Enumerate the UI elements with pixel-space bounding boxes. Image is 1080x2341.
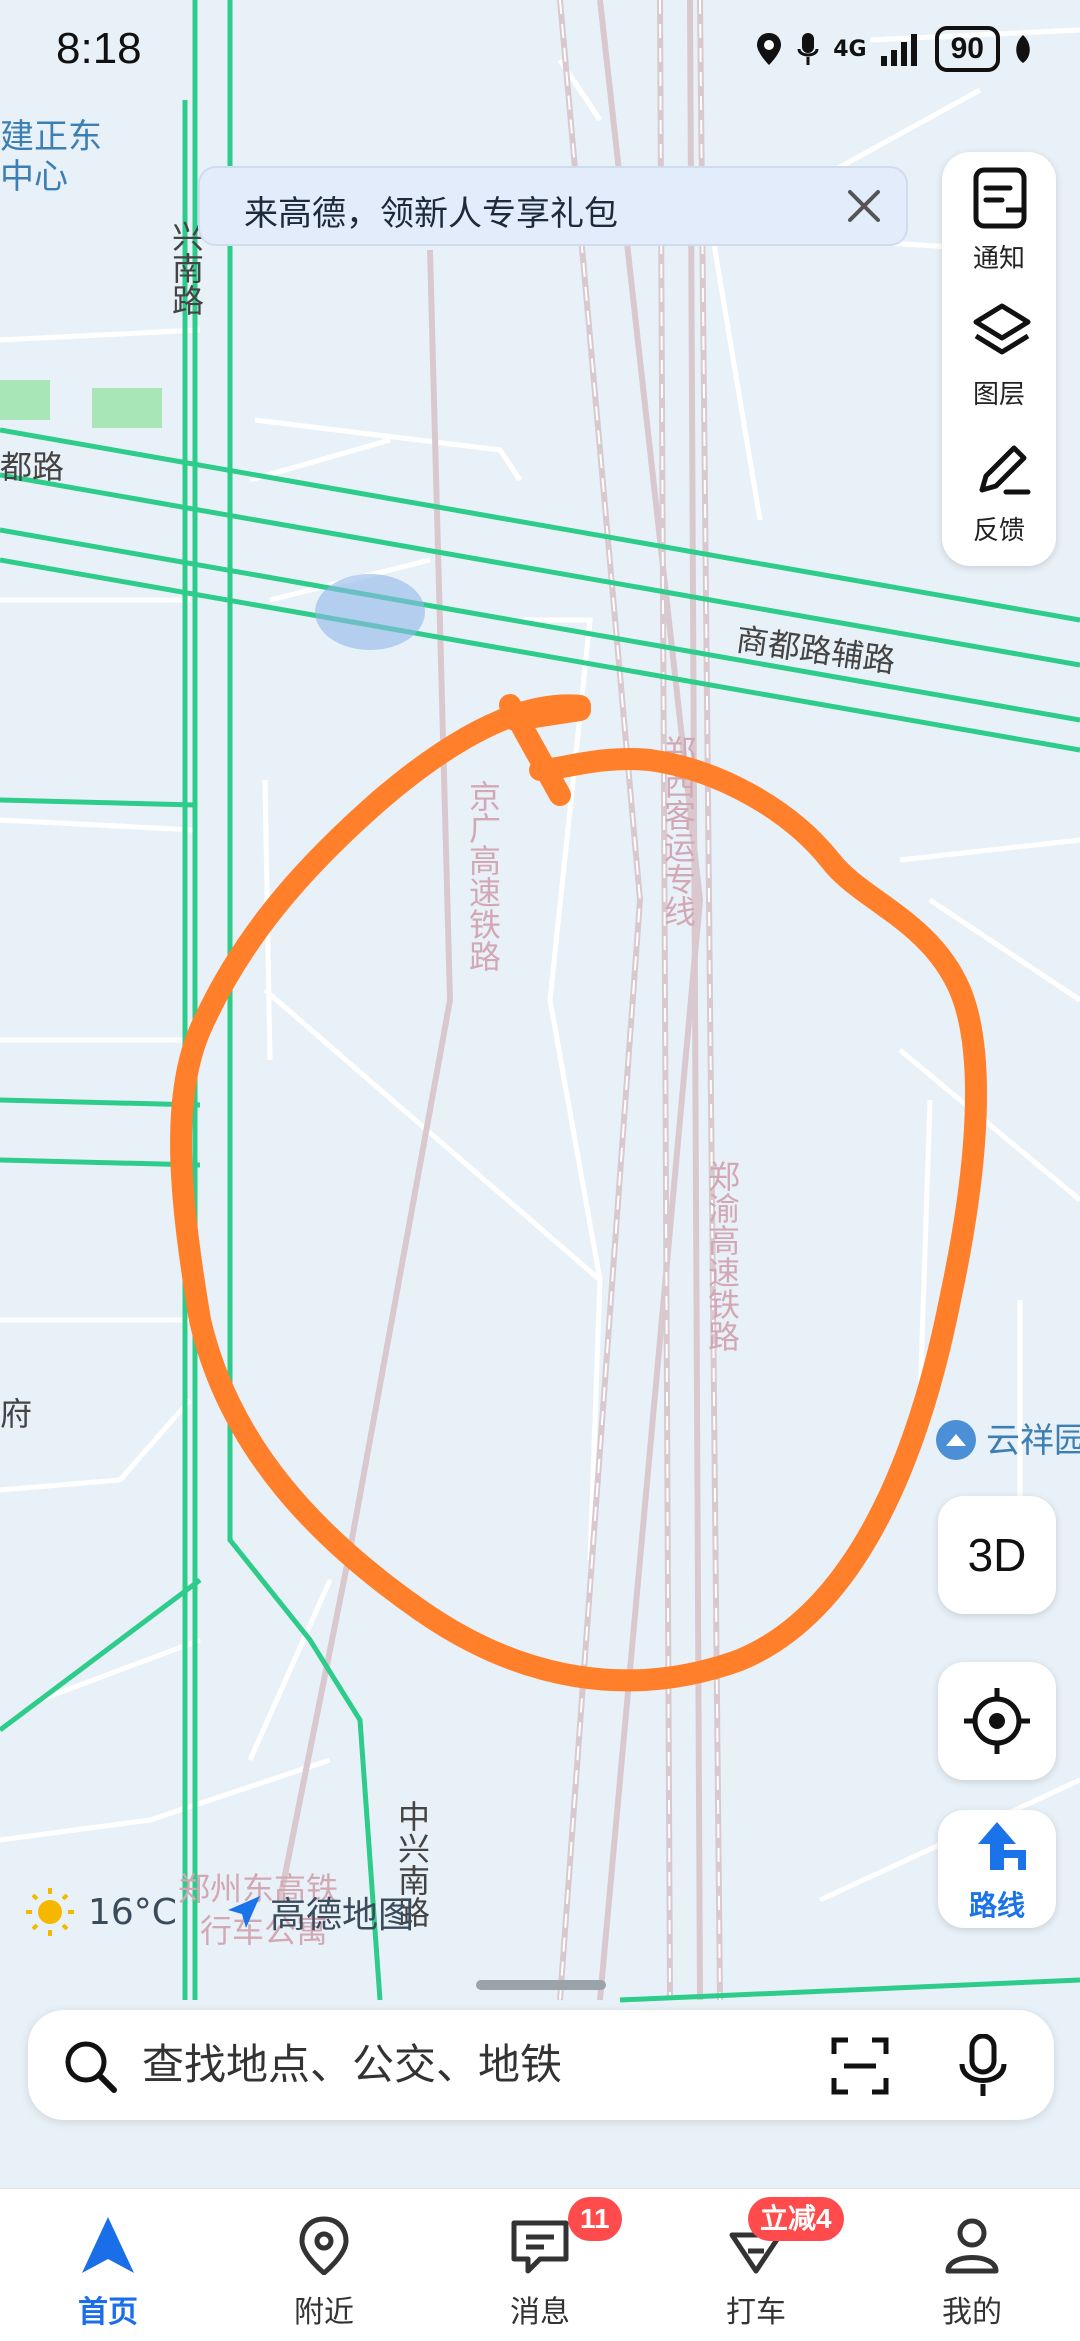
close-icon[interactable] <box>838 180 890 232</box>
leaf-icon <box>1016 35 1030 63</box>
promo-banner[interactable]: 来高德，领新人专享礼包 <box>198 166 908 246</box>
scan-icon[interactable] <box>830 2036 890 2096</box>
feedback-button[interactable]: 反馈 <box>942 424 1056 554</box>
mic-status-icon <box>797 33 819 65</box>
layers-button[interactable]: 图层 <box>942 288 1056 418</box>
route-button[interactable]: 路线 <box>938 1810 1056 1928</box>
3d-button[interactable]: 3D <box>938 1496 1056 1614</box>
tab-taxi[interactable]: 打车 立减4 <box>648 2189 864 2341</box>
feedback-pen-icon <box>979 445 1031 495</box>
message-icon <box>511 2220 569 2274</box>
tab-profile[interactable]: 我的 <box>864 2189 1080 2341</box>
amap-logo-text: 高德地图 <box>270 1895 415 1936</box>
tab-label-home: 首页 <box>78 2295 138 2330</box>
tab-label-messages: 消息 <box>510 2295 570 2330</box>
search-icon <box>65 2041 117 2093</box>
sheet-drag-handle[interactable] <box>476 1980 606 1990</box>
poi-yunxiang[interactable]: 云祥园 <box>936 1420 1080 1461</box>
locate-icon <box>964 1688 1030 1754</box>
status-icons: 4G 90 <box>755 26 1032 72</box>
map-label-fu: 府 <box>0 1395 32 1433</box>
amap-logo-icon <box>228 1896 260 1928</box>
notification-button[interactable]: 通知 <box>942 152 1056 282</box>
signal-icon <box>880 34 917 66</box>
profile-icon <box>945 2218 999 2274</box>
route-label: 路线 <box>968 1889 1025 1922</box>
location-status-icon <box>757 33 782 65</box>
voice-icon[interactable] <box>958 2034 1008 2098</box>
notification-icon <box>973 167 1027 229</box>
tool-label-layers: 图层 <box>972 380 1025 410</box>
tool-label-feedback: 反馈 <box>972 516 1025 546</box>
map-label-jianzheng-2: 中心 <box>0 157 68 197</box>
weather-widget[interactable]: 16°C <box>24 1886 177 1938</box>
svg-text:云祥园: 云祥园 <box>986 1421 1080 1461</box>
map-label-zhengyu: 郑渝高速铁路 <box>703 1160 741 1352</box>
tool-label-notification: 通知 <box>972 244 1025 274</box>
map-label-jingguang: 京广高速铁路 <box>464 780 502 972</box>
promo-banner-text: 来高德，领新人专享礼包 <box>244 194 618 234</box>
tab-label-nearby: 附近 <box>294 2295 354 2330</box>
map-label-jianzheng: 建正东 <box>0 117 102 157</box>
tab-home[interactable]: 首页 <box>0 2189 216 2341</box>
map-label-shangdu-road: 都路 <box>0 448 64 486</box>
weather-temp: 16°C <box>88 1891 177 1933</box>
network-type: 4G <box>833 36 867 62</box>
taxi-promo-badge: 立减4 <box>748 2197 844 2241</box>
messages-badge: 11 <box>568 2197 622 2241</box>
tab-label-profile: 我的 <box>942 2295 1002 2330</box>
search-input[interactable] <box>142 2036 742 2092</box>
location-pin-icon <box>299 2216 349 2275</box>
tab-label-taxi: 打车 <box>726 2295 786 2330</box>
map-tool-panel: 通知 图层 反馈 <box>942 152 1056 566</box>
status-bar: 8:18 4G 90 <box>0 0 1080 100</box>
my-location-button[interactable] <box>938 1662 1056 1780</box>
bottom-tab-bar: 首页 附近 消息 11 打车 立减4 我的 <box>0 2188 1080 2341</box>
home-arrow-icon <box>82 2217 134 2273</box>
battery-level: 90 <box>934 26 1000 72</box>
tab-nearby[interactable]: 附近 <box>216 2189 432 2341</box>
tab-messages[interactable]: 消息 11 <box>432 2189 648 2341</box>
layers-icon <box>973 303 1031 355</box>
search-bar[interactable] <box>28 2010 1054 2120</box>
route-arrow-icon <box>978 1822 1026 1870</box>
status-time: 8:18 <box>56 24 142 73</box>
sun-icon <box>26 1888 74 1936</box>
amap-logo: 高德地图 <box>226 1886 414 1938</box>
